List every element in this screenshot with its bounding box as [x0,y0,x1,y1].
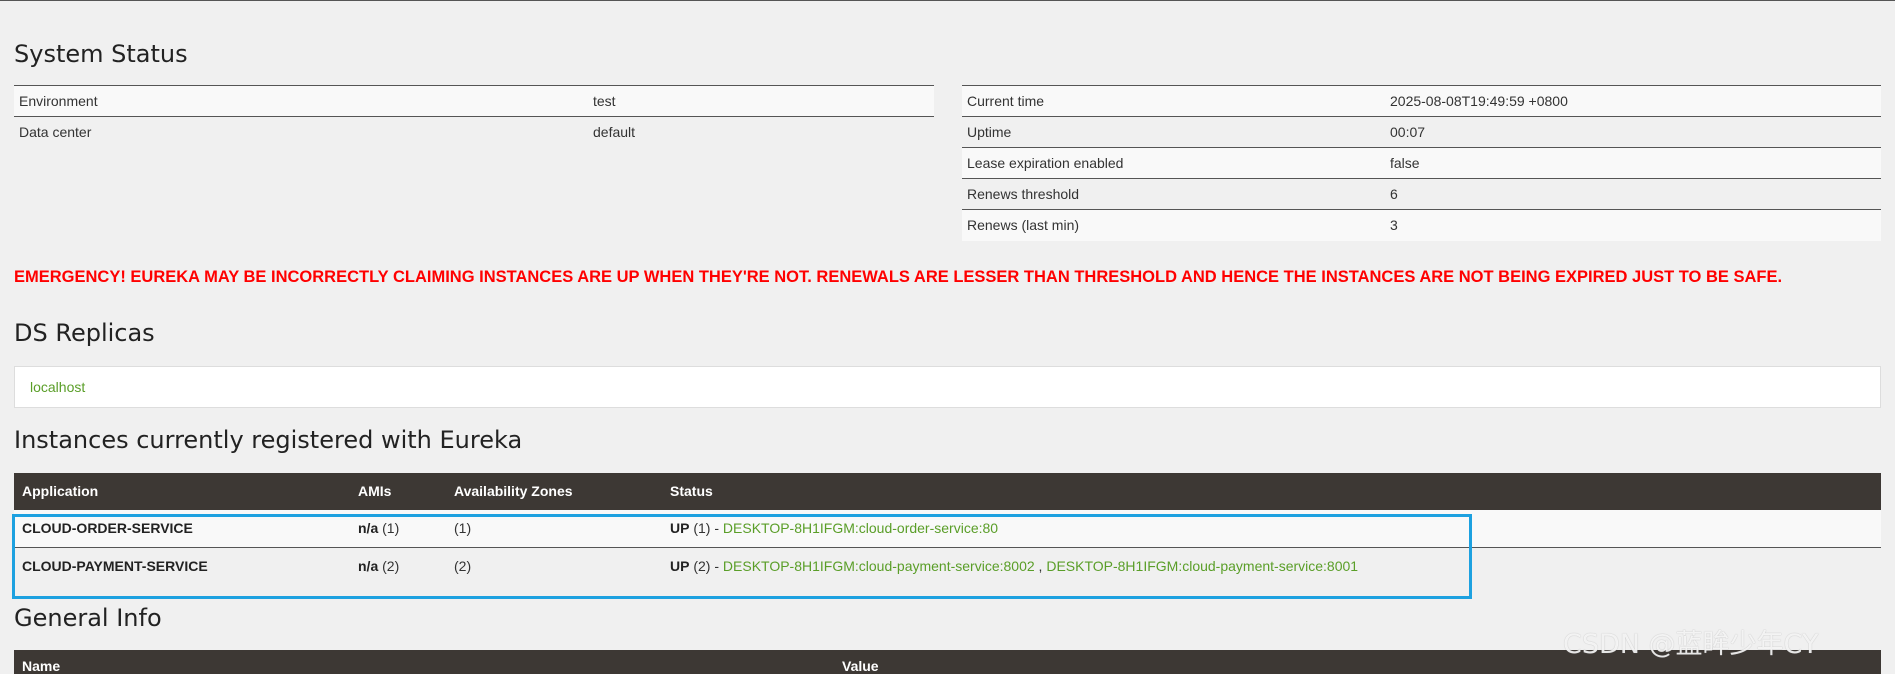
ds-replicas-heading: DS Replicas [14,319,155,347]
top-border [0,0,1895,1]
env-row: Data center default [14,116,934,148]
stats-value: 2025-08-08T19:49:59 +0800 [1385,85,1881,117]
stats-row: Lease expiration enabled false [962,147,1881,179]
stats-value: 6 [1385,178,1881,210]
stats-value: false [1385,147,1881,179]
general-info-heading: General Info [14,604,162,632]
column-header: Value [842,658,879,674]
stats-key: Renews threshold [962,178,1385,210]
env-key: Environment [14,85,588,117]
column-header: Status [670,483,713,499]
stats-key: Lease expiration enabled [962,147,1385,179]
system-status-heading: System Status [14,40,188,68]
highlight-box [12,514,1472,599]
environment-table: Environment test Data center default [14,85,934,148]
instances-table-header: Application AMIs Availability Zones Stat… [14,473,1881,510]
column-header: Name [22,658,61,674]
column-header: Availability Zones [454,483,573,499]
replicas-list: localhost [14,366,1881,408]
emergency-warning: EMERGENCY! EUREKA MAY BE INCORRECTLY CLA… [14,268,1783,286]
column-header: AMIs [358,483,392,499]
replica-link[interactable]: localhost [30,379,85,395]
env-key: Data center [14,116,588,148]
stats-row: Current time 2025-08-08T19:49:59 +0800 [962,85,1881,117]
column-header: Application [22,483,99,499]
env-row: Environment test [14,85,934,117]
env-value: default [588,116,934,148]
stats-row: Uptime 00:07 [962,116,1881,148]
stats-row: Renews threshold 6 [962,178,1881,210]
stats-row: Renews (last min) 3 [962,209,1881,241]
stats-table: Current time 2025-08-08T19:49:59 +0800 U… [962,85,1881,241]
watermark: CSDN @蓝眸少年CY [1563,629,1819,660]
stats-key: Uptime [962,116,1385,148]
env-value: test [588,85,934,117]
stats-value: 00:07 [1385,116,1881,148]
instances-heading: Instances currently registered with Eure… [14,426,523,454]
stats-key: Current time [962,85,1385,117]
stats-value: 3 [1385,209,1881,241]
stats-key: Renews (last min) [962,209,1385,241]
